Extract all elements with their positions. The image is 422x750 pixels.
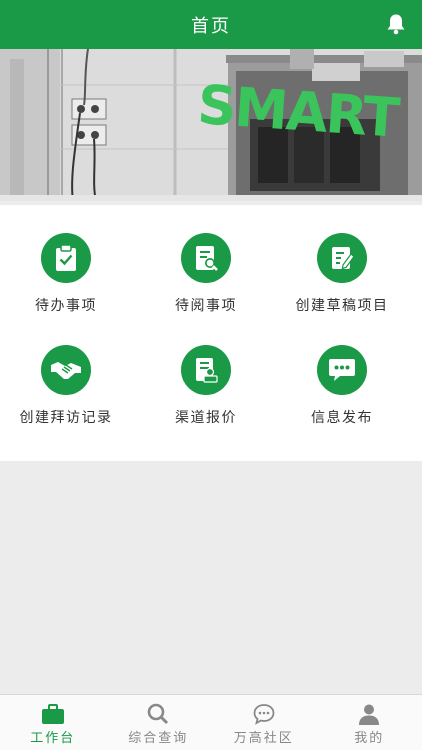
chat-bubble-icon bbox=[317, 345, 367, 395]
channel-quote-item[interactable]: 渠道报价 bbox=[136, 345, 276, 427]
tab-workbench[interactable]: 工作台 bbox=[0, 695, 106, 750]
bottom-tab-bar: 工作台 综合查询 万高社区 我的 bbox=[0, 694, 422, 750]
info-publish-item[interactable]: 信息发布 bbox=[272, 345, 412, 427]
tab-search-label: 综合查询 bbox=[128, 731, 189, 746]
tab-search[interactable]: 综合查询 bbox=[106, 695, 212, 750]
tab-community[interactable]: 万高社区 bbox=[211, 695, 317, 750]
create-draft-item[interactable]: 创建草稿项目 bbox=[272, 233, 412, 315]
chat-icon bbox=[253, 704, 275, 725]
tab-mine-label: 我的 bbox=[354, 731, 385, 746]
to-read-label: 待阅事项 bbox=[175, 298, 237, 314]
search-icon bbox=[147, 703, 169, 725]
document-stamp-icon bbox=[181, 345, 231, 395]
edit-document-icon bbox=[317, 233, 367, 283]
tab-community-label: 万高社区 bbox=[233, 731, 294, 746]
create-visit-label: 创建拜访记录 bbox=[19, 410, 113, 426]
function-grid: 待办事项 待阅事项 创建草稿项目 创建拜访记录 渠道报价 信息发布 bbox=[0, 205, 422, 461]
user-icon bbox=[359, 704, 380, 725]
tab-workbench-label: 工作台 bbox=[30, 731, 76, 746]
info-publish-label: 信息发布 bbox=[311, 410, 373, 426]
briefcase-icon bbox=[41, 704, 64, 724]
create-draft-label: 创建草稿项目 bbox=[295, 298, 389, 314]
to-read-item[interactable]: 待阅事项 bbox=[136, 233, 276, 315]
todo-label: 待办事项 bbox=[35, 298, 97, 314]
promo-banner[interactable]: SMART bbox=[0, 49, 422, 201]
app-header: 首页 bbox=[0, 0, 422, 49]
page-title: 首页 bbox=[191, 16, 231, 37]
clipboard-check-icon bbox=[41, 233, 91, 283]
tab-mine[interactable]: 我的 bbox=[317, 695, 422, 750]
bell-icon[interactable] bbox=[386, 13, 406, 35]
todo-item[interactable]: 待办事项 bbox=[0, 233, 136, 315]
create-visit-item[interactable]: 创建拜访记录 bbox=[0, 345, 136, 427]
document-search-icon bbox=[181, 233, 231, 283]
handshake-icon bbox=[41, 345, 91, 395]
channel-quote-label: 渠道报价 bbox=[175, 410, 237, 426]
